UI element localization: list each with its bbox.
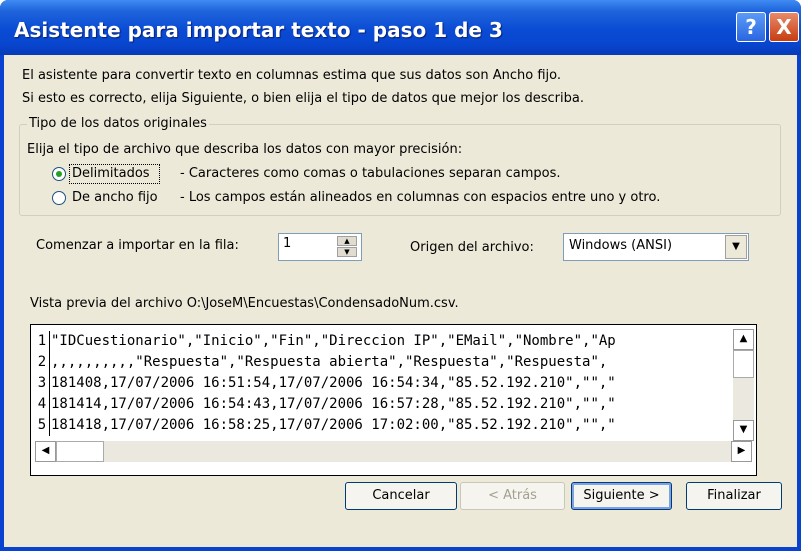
row-text: 181414,17/07/2006 16:54:43,17/07/2006 16… <box>51 396 616 412</box>
scroll-left-button[interactable]: ◀ <box>35 441 56 462</box>
radio-label-ancho-fijo[interactable]: De ancho fijo <box>72 190 158 205</box>
radio-ancho-fijo[interactable] <box>52 191 66 205</box>
file-origin-label: Origen del archivo: <box>410 240 534 255</box>
title-bar[interactable]: Asistente para importar texto - paso 1 d… <box>0 0 801 55</box>
window-title: Asistente para importar texto - paso 1 d… <box>14 18 503 42</box>
preview-row: 2 ,,,,,,,,,,"Respuesta","Respuesta abiert… <box>35 352 750 373</box>
cancel-button[interactable]: Cancelar <box>345 482 457 510</box>
spin-up-button[interactable]: ▲ <box>337 236 357 246</box>
file-origin-select[interactable]: Windows (ANSI) ▼ <box>563 233 749 261</box>
help-button[interactable]: ? <box>736 12 766 42</box>
group-title: Tipo de los datos originales <box>27 116 209 131</box>
back-button[interactable]: < Atrás <box>460 482 565 510</box>
next-button[interactable]: Siguiente > <box>571 482 672 510</box>
row-text: ,,,,,,,,,,"Respuesta","Respuesta abierta… <box>51 354 608 370</box>
preview-content: 1 "IDCuestionario","Inicio","Fin","Direcc… <box>35 331 750 437</box>
row-number: 5 <box>35 415 50 436</box>
row-text: 181418,17/07/2006 16:58:25,17/07/2006 17… <box>51 417 616 433</box>
preview-label: Vista previa del archivo O:\JoseM\Encues… <box>30 296 459 311</box>
preview-row: 3 181408,17/07/2006 16:51:54,17/07/2006 1… <box>35 373 750 394</box>
vertical-scroll-thumb[interactable] <box>733 350 754 378</box>
file-origin-value: Windows (ANSI) <box>569 238 673 253</box>
row-text: "IDCuestionario","Inicio","Fin","Direcci… <box>51 333 616 349</box>
data-type-prompt: Elija el tipo de archivo que describa lo… <box>27 142 463 157</box>
row-number: 3 <box>35 373 50 394</box>
start-row-value: 1 <box>283 236 292 251</box>
close-button[interactable]: X <box>769 12 799 42</box>
dialog-window: Asistente para importar texto - paso 1 d… <box>0 0 801 551</box>
scroll-right-button[interactable]: ▶ <box>731 441 752 462</box>
intro-line-1: El asistente para convertir texto en col… <box>22 68 562 83</box>
dropdown-arrow-icon[interactable]: ▼ <box>725 235 747 259</box>
finish-button[interactable]: Finalizar <box>686 482 782 510</box>
start-row-label: Comenzar a importar en la fila: <box>36 238 239 253</box>
radio-description-ancho-fijo: - Los campos están alineados en columnas… <box>180 190 661 205</box>
row-number: 2 <box>35 352 50 373</box>
horizontal-scroll-thumb[interactable] <box>56 441 104 462</box>
row-number: 1 <box>35 331 50 352</box>
scroll-up-button[interactable]: ▲ <box>733 329 754 350</box>
radio-delimitados[interactable] <box>52 167 66 181</box>
radio-label-delimitados[interactable]: Delimitados <box>72 166 150 181</box>
scroll-down-button[interactable]: ▼ <box>733 420 754 441</box>
intro-line-2: Si esto es correcto, elija Siguiente, o … <box>22 91 584 106</box>
row-text: 181408,17/07/2006 16:51:54,17/07/2006 16… <box>51 375 616 391</box>
preview-row: 4 181414,17/07/2006 16:54:43,17/07/2006 1… <box>35 394 750 415</box>
preview-pane: 1 "IDCuestionario","Inicio","Fin","Direcc… <box>30 324 757 476</box>
vertical-scrollbar[interactable]: ▲ ▼ <box>733 329 754 441</box>
preview-row: 5 181418,17/07/2006 16:58:25,17/07/2006 1… <box>35 415 750 436</box>
spin-down-button[interactable]: ▼ <box>337 247 357 257</box>
preview-row: 1 "IDCuestionario","Inicio","Fin","Direcc… <box>35 331 750 352</box>
horizontal-scrollbar[interactable]: ◀ ▶ <box>35 441 752 462</box>
radio-description-delimitados: - Caracteres como comas o tabulaciones s… <box>180 166 561 181</box>
row-number: 4 <box>35 394 50 415</box>
